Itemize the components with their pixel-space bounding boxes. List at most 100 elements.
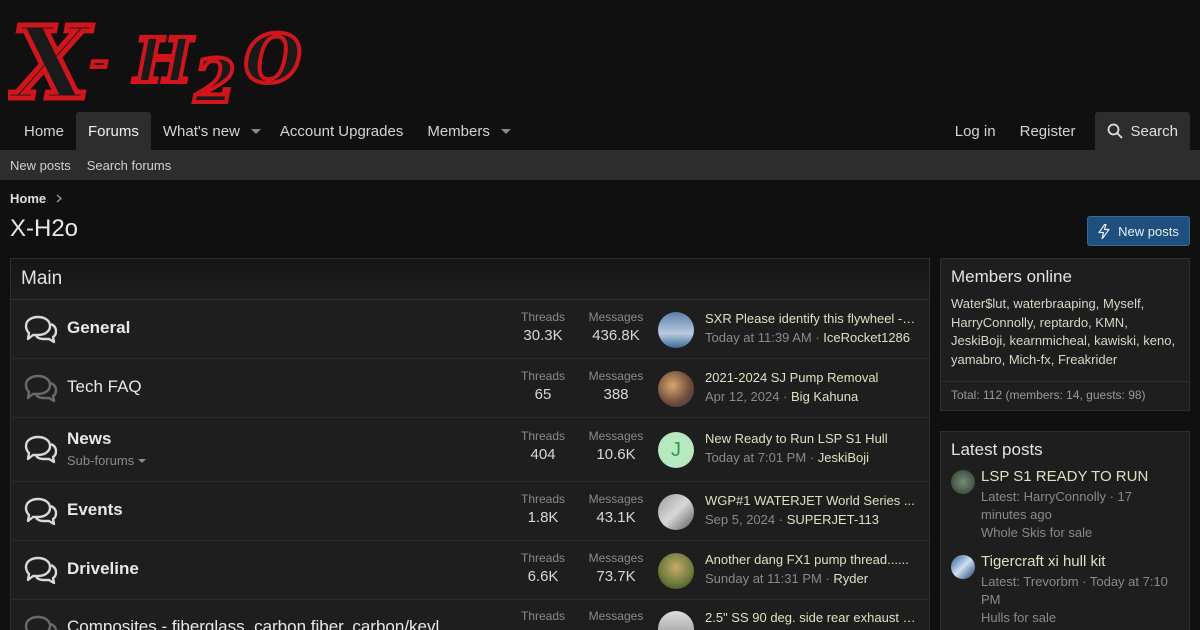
subnav-new-posts[interactable]: New posts <box>10 158 71 173</box>
forum-node-events[interactable]: Events Threads 1.8K Messages 43.1K WGP#1 W… <box>11 482 929 541</box>
member-link[interactable]: yamabro <box>951 352 1002 367</box>
search-button[interactable]: Search <box>1095 112 1190 150</box>
page-title: X-H2o <box>10 215 79 242</box>
latest-thread-title[interactable]: New Ready to Run LSP S1 Hull <box>705 431 920 446</box>
avatar[interactable] <box>658 312 694 348</box>
lightning-icon <box>1098 223 1110 239</box>
member-link[interactable]: waterbraaping <box>1013 296 1095 311</box>
avatar[interactable] <box>658 553 694 589</box>
member-link[interactable]: HarryConnolly <box>951 315 1032 330</box>
breadcrumb-home[interactable]: Home <box>10 191 46 206</box>
avatar[interactable] <box>951 555 975 579</box>
breadcrumb: Home <box>10 191 63 206</box>
latest-thread-user[interactable]: SUPERJET-113 <box>787 512 879 527</box>
chat-bubbles-icon <box>24 315 58 344</box>
svg-text:-: - <box>90 36 108 87</box>
latest-thread-meta: Apr 12, 2024 · Big Kahuna <box>705 389 859 404</box>
register-link[interactable]: Register <box>1008 112 1088 150</box>
main-nav: Home Forums What's new Account Upgrades … <box>0 112 1200 150</box>
new-posts-button[interactable]: New posts <box>1087 216 1190 246</box>
latest-thread-meta: Today at 11:39 AM · IceRocket1286 <box>705 330 911 345</box>
login-link[interactable]: Log in <box>943 112 1008 150</box>
latest-thread-user[interactable]: Big Kahuna <box>791 389 858 404</box>
forum-node-title[interactable]: Tech FAQ <box>67 377 142 397</box>
nav-account-upgrades[interactable]: Account Upgrades <box>268 112 415 150</box>
chevron-down-icon <box>250 128 261 134</box>
member-link[interactable]: kearnmicheal <box>1010 333 1087 348</box>
member-link[interactable]: Water$lut <box>951 296 1006 311</box>
latest-thread-user[interactable]: JeskiBoji <box>818 450 869 465</box>
members-online-heading[interactable]: Members online <box>941 259 1189 295</box>
member-link[interactable]: Myself <box>1103 296 1141 311</box>
latest-thread-title[interactable]: Another dang FX1 pump thread...... <box>705 552 920 567</box>
category-heading[interactable]: Main <box>11 259 929 300</box>
member-link[interactable]: keno <box>1143 333 1171 348</box>
nav-whats-new[interactable]: What's new <box>151 112 244 150</box>
latest-posts-heading[interactable]: Latest posts <box>941 432 1189 468</box>
site-logo[interactable]: X - H 2 O <box>8 4 313 108</box>
latest-post-title[interactable]: LSP S1 READY TO RUN <box>981 468 1148 485</box>
member-link[interactable]: reptardo <box>1040 315 1088 330</box>
forum-node-title[interactable]: General <box>67 318 130 338</box>
latest-thread-meta: Today at 7:01 PM · JeskiBoji <box>705 450 870 465</box>
members-online-list: Water$lut, waterbraaping, Myself, HarryC… <box>951 296 1176 367</box>
threads-stat: Threads 65 <box>520 369 566 403</box>
member-link[interactable]: Mich-fx <box>1009 352 1051 367</box>
subforums-toggle[interactable]: Sub-forums <box>67 453 147 468</box>
forum-node-general[interactable]: General Threads 30.3K Messages 436.8K SXR … <box>11 300 929 359</box>
new-posts-button-label: New posts <box>1118 223 1179 239</box>
forum-node-news[interactable]: News Sub-forums Threads 404 Messages 10.6K… <box>11 418 929 482</box>
latest-thread-user[interactable]: Ryder <box>833 571 868 586</box>
chat-bubbles-icon <box>24 556 58 585</box>
latest-post-forum[interactable]: Hulls for sale <box>981 610 1056 625</box>
svg-text:2: 2 <box>193 47 236 108</box>
forum-node-tech-faq[interactable]: Tech FAQ Threads 65 Messages 388 2021-2024… <box>11 359 929 418</box>
avatar[interactable] <box>658 611 694 630</box>
latest-post-forum[interactable]: Whole Skis for sale <box>981 525 1092 540</box>
latest-thread-meta: Sunday at 11:31 PM · Ryder <box>705 571 869 586</box>
latest-thread: 2.5" SS 90 deg. side rear exhaust o... <box>658 610 920 630</box>
subnav-search-forums[interactable]: Search forums <box>87 158 172 173</box>
forum-node-title[interactable]: Events <box>67 500 123 520</box>
avatar[interactable]: J <box>658 432 694 468</box>
forum-node-driveline[interactable]: Driveline Threads 6.6K Messages 73.7K Anot… <box>11 541 929 600</box>
search-button-label: Search <box>1130 122 1178 140</box>
member-link[interactable]: kawiski <box>1094 333 1136 348</box>
chat-bubbles-icon <box>24 374 58 403</box>
latest-thread-meta: Sep 5, 2024 · SUPERJET-113 <box>705 512 879 527</box>
whats-new-menu-toggle[interactable] <box>244 112 268 150</box>
messages-stat: Messages 43.1K <box>588 492 644 526</box>
member-link[interactable]: JeskiBoji <box>951 333 1002 348</box>
latest-post-title[interactable]: Tigercraft xi hull kit <box>981 553 1105 570</box>
search-icon <box>1108 123 1124 139</box>
avatar[interactable] <box>658 494 694 530</box>
nav-members[interactable]: Members <box>415 112 494 150</box>
latest-thread-title[interactable]: 2.5" SS 90 deg. side rear exhaust o... <box>705 610 920 625</box>
forum-node-title[interactable]: News <box>67 429 111 449</box>
messages-stat: Messages 10.6K <box>588 429 644 463</box>
forum-node-title[interactable]: Driveline <box>67 559 139 579</box>
latest-thread-title[interactable]: 2021-2024 SJ Pump Removal <box>705 370 920 385</box>
member-link[interactable]: KMN <box>1095 315 1124 330</box>
latest-thread: WGP#1 WATERJET World Series ... Sep 5, 2… <box>658 493 920 533</box>
avatar[interactable] <box>658 371 694 407</box>
svg-text:H: H <box>132 24 195 97</box>
latest-thread-title[interactable]: SXR Please identify this flywheel -S... <box>705 311 920 326</box>
forum-node-composites[interactable]: Composites - fiberglass, carbon fiber, c… <box>11 600 929 630</box>
sub-nav: New posts Search forums <box>0 150 1200 180</box>
nav-home[interactable]: Home <box>12 112 76 150</box>
chat-bubbles-icon <box>24 435 58 464</box>
chevron-down-icon <box>500 128 511 134</box>
nav-forums[interactable]: Forums <box>76 112 151 150</box>
latest-thread-title[interactable]: WGP#1 WATERJET World Series ... <box>705 493 920 508</box>
members-menu-toggle[interactable] <box>494 112 518 150</box>
avatar[interactable] <box>951 470 975 494</box>
threads-stat: Threads 6.6K <box>520 551 566 585</box>
member-link[interactable]: Freakrider <box>1058 352 1117 367</box>
forum-node-title[interactable]: Composites - fiberglass, carbon fiber, c… <box>67 617 439 630</box>
threads-stat: Threads <box>520 609 566 623</box>
latest-thread-user[interactable]: IceRocket1286 <box>823 330 910 345</box>
chevron-down-icon <box>138 458 147 463</box>
latest-post-item: LSP S1 READY TO RUN Latest: HarryConnoll… <box>941 468 1189 553</box>
messages-stat: Messages 73.7K <box>588 551 644 585</box>
